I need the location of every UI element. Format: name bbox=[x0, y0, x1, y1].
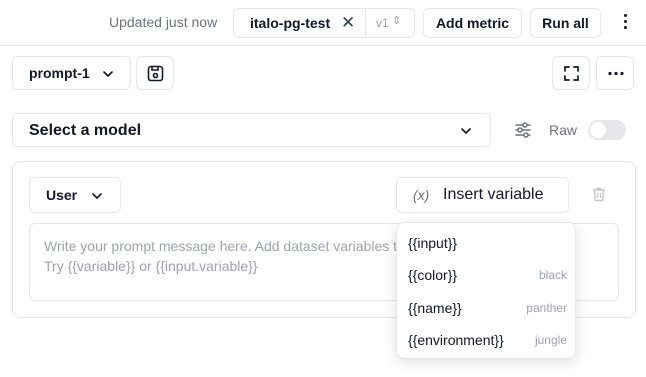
variable-name: {{environment}} bbox=[408, 332, 504, 348]
run-all-button[interactable]: Run all bbox=[530, 8, 601, 38]
variable-value: jungle bbox=[534, 333, 567, 347]
variable-name: {{input}} bbox=[408, 235, 458, 251]
chevron-down-icon bbox=[103, 71, 113, 77]
prompt-name: prompt-1 bbox=[29, 65, 90, 81]
expand-icon bbox=[564, 66, 579, 81]
role-label: User bbox=[46, 187, 78, 203]
settings-sliders-icon[interactable] bbox=[514, 121, 532, 139]
variable-name: {{name}} bbox=[408, 300, 462, 316]
expand-button[interactable] bbox=[552, 56, 590, 90]
dataset-name: italo-pg-test bbox=[250, 15, 331, 31]
chevron-updown-icon: ⇕ bbox=[392, 15, 402, 27]
insert-variable-button[interactable]: (x) Insert variable bbox=[396, 177, 569, 213]
raw-label: Raw bbox=[549, 122, 578, 138]
variable-option[interactable]: {{input}} bbox=[397, 228, 577, 258]
variable-option[interactable]: {{color}} black bbox=[397, 260, 577, 290]
variable-value: panther bbox=[526, 301, 567, 315]
chevron-down-icon bbox=[92, 193, 102, 199]
trash-icon[interactable] bbox=[592, 187, 606, 202]
updated-status: Updated just now bbox=[109, 14, 218, 30]
dataset-version[interactable]: v1 bbox=[376, 16, 389, 30]
more-options-button[interactable] bbox=[596, 56, 634, 90]
more-horizontal-icon bbox=[608, 71, 624, 76]
more-vertical-icon[interactable] bbox=[617, 12, 633, 34]
divider bbox=[365, 9, 366, 37]
toggle-knob bbox=[590, 122, 606, 138]
dataset-selector[interactable]: italo-pg-test ✕ v1 ⇕ bbox=[233, 8, 415, 38]
save-icon bbox=[147, 65, 164, 82]
variable-option[interactable]: {{name}} panther bbox=[397, 293, 577, 323]
model-placeholder: Select a model bbox=[29, 122, 142, 139]
top-toolbar: Updated just now italo-pg-test ✕ v1 ⇕ Ad… bbox=[0, 0, 646, 46]
variable-name: {{color}} bbox=[408, 267, 458, 283]
raw-toggle[interactable] bbox=[588, 120, 626, 140]
chevron-down-icon bbox=[461, 128, 471, 134]
variable-option[interactable]: {{environment}} jungle bbox=[397, 325, 577, 355]
prompt-selector[interactable]: prompt-1 bbox=[12, 56, 131, 90]
model-selector[interactable]: Select a model bbox=[12, 113, 491, 147]
add-metric-button[interactable]: Add metric bbox=[423, 8, 522, 38]
variable-value: black bbox=[538, 268, 567, 282]
variable-dropdown: {{input}} {{color}} black {{name}} panth… bbox=[396, 222, 576, 359]
insert-variable-label: Insert variable bbox=[443, 186, 544, 203]
save-button[interactable] bbox=[136, 56, 174, 90]
role-selector[interactable]: User bbox=[29, 177, 121, 213]
close-icon[interactable]: ✕ bbox=[341, 14, 355, 32]
variable-icon: (x) bbox=[413, 187, 430, 203]
